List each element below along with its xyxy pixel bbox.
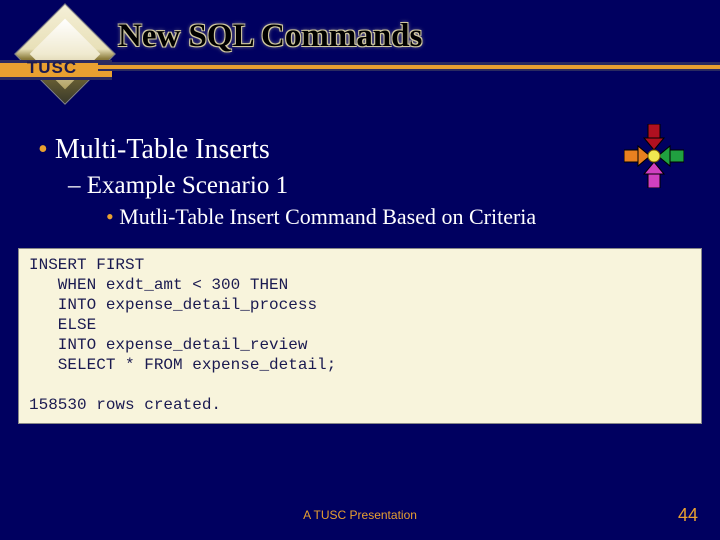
page-number: 44 — [678, 505, 698, 526]
slide-header: TUSC New SQL Commands — [0, 0, 720, 100]
slide-title: New SQL Commands — [118, 18, 422, 55]
bullet-level-2: Example Scenario 1 — [92, 172, 700, 200]
slide-body: Multi-Table Inserts Example Scenario 1 M… — [38, 134, 700, 230]
logo-text: TUSC — [0, 58, 112, 78]
bullet-level-3: Mutli-Table Insert Command Based on Crit… — [128, 204, 700, 230]
bullet-level-1: Multi-Table Inserts — [66, 134, 700, 166]
code-block: INSERT FIRST WHEN exdt_amt < 300 THEN IN… — [18, 248, 702, 424]
title-rule — [98, 69, 720, 71]
footer-text: A TUSC Presentation — [0, 508, 720, 522]
